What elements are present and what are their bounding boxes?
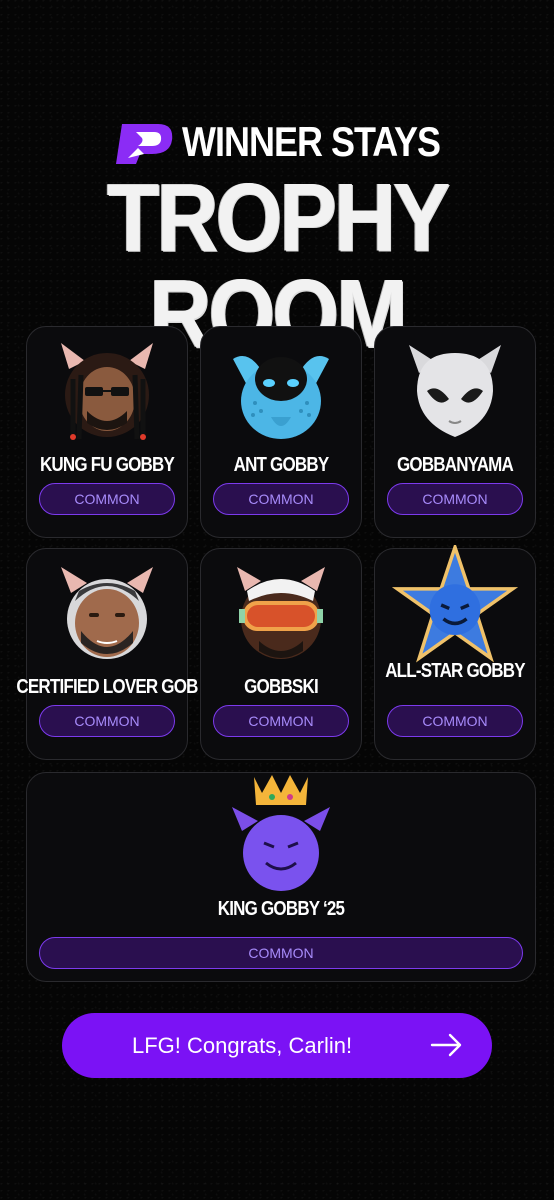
congrats-cta-button[interactable]: LFG! Congrats, Carlin! [62,1013,492,1078]
trophy-name: CERTIFIED LOVER GOB [16,675,198,698]
rarity-badge: COMMON [39,705,175,737]
brand-header: WINNER STAYS [0,118,554,166]
rarity-badge: COMMON [387,483,523,515]
trophy-card-ant-gobby[interactable]: ANT GOBBY COMMON [200,326,362,538]
trophy-name: GOBBSKI [244,675,319,698]
cta-label: LFG! Congrats, Carlin! [132,1032,353,1058]
certified-lover-gob-avatar-icon [61,567,153,659]
kung-fu-gobby-avatar-icon [61,343,153,440]
king-gobby-avatar-icon [232,775,330,891]
all-star-gobby-avatar-icon [391,545,519,663]
trophy-card-gobbski[interactable]: GOBBSKI COMMON [200,548,362,760]
trophy-name: ANT GOBBY [233,453,330,476]
trophy-card-all-star-gobby[interactable]: ALL-STAR GOBBY COMMON [374,545,536,760]
rarity-badge: COMMON [39,483,175,515]
trophy-name: GOBBANYAMA [396,453,514,476]
brand-name: WINNER STAYS [181,117,441,165]
ant-gobby-avatar-icon [233,356,329,439]
trophy-card-gobbanyama[interactable]: GOBBANYAMA COMMON [374,326,536,538]
trophy-grid: KUNG FU GOBBY COMMON ANT GOBBY COMMON GO… [16,326,536,760]
arrow-right-icon [430,1033,462,1057]
trophy-name: ALL-STAR GOBBY [385,659,525,682]
rarity-badge: COMMON [213,483,349,515]
trophy-name: KUNG FU GOBBY [39,453,175,476]
trophy-card-certified-lover-gob[interactable]: CERTIFIED LOVER GOB COMMON [16,548,198,760]
rarity-badge: COMMON [39,937,523,969]
rarity-badge: COMMON [387,705,523,737]
winner-stays-logo-icon [115,124,173,164]
trophy-card-kung-fu-gobby[interactable]: KUNG FU GOBBY COMMON [26,326,188,538]
trophy-name: KING GOBBY ‘25 [217,897,345,920]
rarity-badge: COMMON [213,705,349,737]
gobbanyama-alien-avatar-icon [409,345,501,437]
trophy-card-king-gobby[interactable]: KING GOBBY ‘25 COMMON [26,772,536,982]
gobbski-avatar-icon [237,567,325,659]
